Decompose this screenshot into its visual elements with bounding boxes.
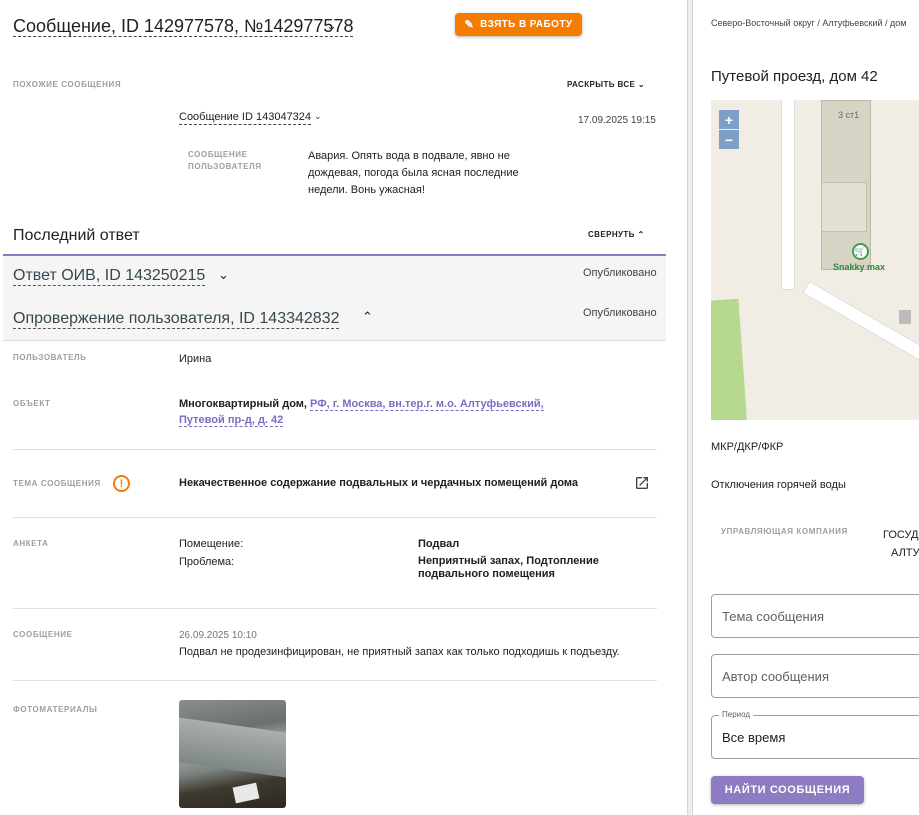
chevron-up-icon[interactable]: ⌃ — [362, 309, 373, 325]
period-select[interactable]: Период Все время — [711, 710, 919, 759]
survey-answer: Неприятный запах, Подтопление подвальног… — [418, 555, 599, 580]
chevron-up-icon: ⌃ — [637, 230, 645, 239]
chevron-down-icon[interactable]: ⌄ — [218, 267, 229, 283]
message-text: Подвал не продезинфицирован, не приятный… — [179, 646, 620, 658]
expand-all-button[interactable]: Раскрыть все ⌄ — [567, 80, 645, 89]
status-badge: Опубликовано — [583, 307, 657, 319]
take-to-work-label: Взять в работу — [480, 19, 573, 30]
user-message-label: Сообщение пользователя — [188, 150, 262, 171]
survey-question: Проблема: — [179, 556, 235, 568]
collapse-label: Свернуть — [588, 230, 635, 239]
similar-message-link[interactable]: Сообщение ID 143047324 — [179, 111, 312, 125]
object-label: Объект — [13, 399, 51, 408]
topic-label: Тема сообщения — [13, 479, 101, 488]
message-panel: Сообщение, ID 142977578, №142977578 ⌄ ✎ … — [0, 0, 687, 815]
management-company-line: ГОСУД — [883, 529, 919, 541]
object-value: Многоквартирный дом, РФ, г. Москва, вн.т… — [179, 396, 579, 428]
shopping-basket-icon[interactable]: 🛒 — [852, 243, 869, 260]
expand-all-label: Раскрыть все — [567, 80, 636, 89]
divider — [13, 680, 657, 681]
response-oiv-link[interactable]: Ответ ОИВ, ID 143250215 — [13, 266, 206, 286]
divider — [13, 608, 657, 609]
message-label: Сообщение — [13, 630, 73, 639]
divider — [13, 517, 657, 518]
breadcrumb: Северо-Восточный округ / Алтуфьевский / … — [711, 18, 907, 28]
photo-thumbnail[interactable] — [179, 700, 286, 808]
photo-wall — [179, 717, 286, 778]
response-refutation-link[interactable]: Опровержение пользователя, ID 143342832 — [13, 309, 340, 329]
topic-field[interactable]: Тема сообщения — [711, 594, 919, 638]
page-title[interactable]: Сообщение, ID 142977578, №142977578 — [13, 16, 354, 37]
map[interactable]: 3 ст1 🛒 Snakky max + − — [711, 100, 919, 420]
message-date: 26.09.2025 10:10 — [179, 630, 257, 641]
external-link-icon[interactable] — [634, 475, 650, 491]
map-park — [711, 298, 748, 420]
topic-value: Некачественное содержание подвальных и ч… — [179, 477, 579, 489]
zoom-in-button[interactable]: + — [719, 110, 739, 129]
divider — [13, 449, 657, 450]
app-root: Сообщение, ID 142977578, №142977578 ⌄ ✎ … — [0, 0, 919, 815]
map-road — [781, 100, 795, 290]
take-to-work-button[interactable]: ✎ Взять в работу — [455, 13, 582, 36]
photo-paper — [232, 782, 260, 804]
collapse-button[interactable]: Свернуть ⌃ — [588, 230, 645, 239]
author-field[interactable]: Автор сообщения — [711, 654, 919, 698]
management-company-label: Управляющая компания — [721, 527, 848, 536]
survey-answer: Подвал — [418, 538, 460, 550]
object-address-title: Путевой проезд, дом 42 — [711, 68, 878, 85]
management-company-line: АЛТУФ — [891, 547, 919, 559]
user-value: Ирина — [179, 353, 212, 365]
last-answer-title: Последний ответ — [13, 227, 140, 244]
photos-label: Фотоматериалы — [13, 705, 98, 714]
object-type: Многоквартирный дом, — [179, 398, 307, 410]
status-badge: Опубликовано — [583, 267, 657, 279]
find-messages-button[interactable]: Найти сообщения — [711, 776, 864, 804]
map-marker — [899, 310, 911, 324]
author-field-placeholder: Автор сообщения — [722, 669, 829, 684]
survey-label: Анкета — [13, 539, 49, 548]
object-panel: Северо-Восточный округ / Алтуфьевский / … — [693, 0, 919, 815]
mkr-label: МКР/ДКР/ФКР — [711, 441, 784, 453]
survey-question: Помещение: — [179, 538, 244, 550]
chevron-down-icon: ⌄ — [637, 80, 646, 89]
topic-field-placeholder: Тема сообщения — [722, 609, 825, 624]
user-message-text: Авария. Опять вода в подвале, явно не до… — [308, 150, 519, 196]
management-company-value: ГОСУД АЛТУФ — [883, 526, 919, 562]
warning-icon[interactable]: ! — [113, 475, 130, 492]
period-legend: Период — [719, 710, 754, 719]
user-label: Пользователь — [13, 353, 87, 362]
similar-message-date: 17.09.2025 19:15 — [578, 115, 656, 126]
pencil-icon: ✎ — [464, 19, 475, 31]
period-value: Все время — [722, 730, 786, 745]
chevron-down-icon[interactable]: ⌄ — [314, 111, 322, 122]
map-zoom-controls: + − — [719, 110, 739, 150]
hot-water-label: Отключения горячей воды — [711, 479, 846, 491]
map-building — [821, 182, 867, 232]
chevron-down-icon[interactable]: ⌄ — [326, 18, 337, 34]
similar-messages-label: Похожие сообщения — [13, 80, 122, 89]
map-poi-label: Snakky max — [833, 262, 886, 272]
map-building-label: 3 ст1 — [838, 110, 860, 120]
zoom-out-button[interactable]: − — [719, 130, 739, 149]
